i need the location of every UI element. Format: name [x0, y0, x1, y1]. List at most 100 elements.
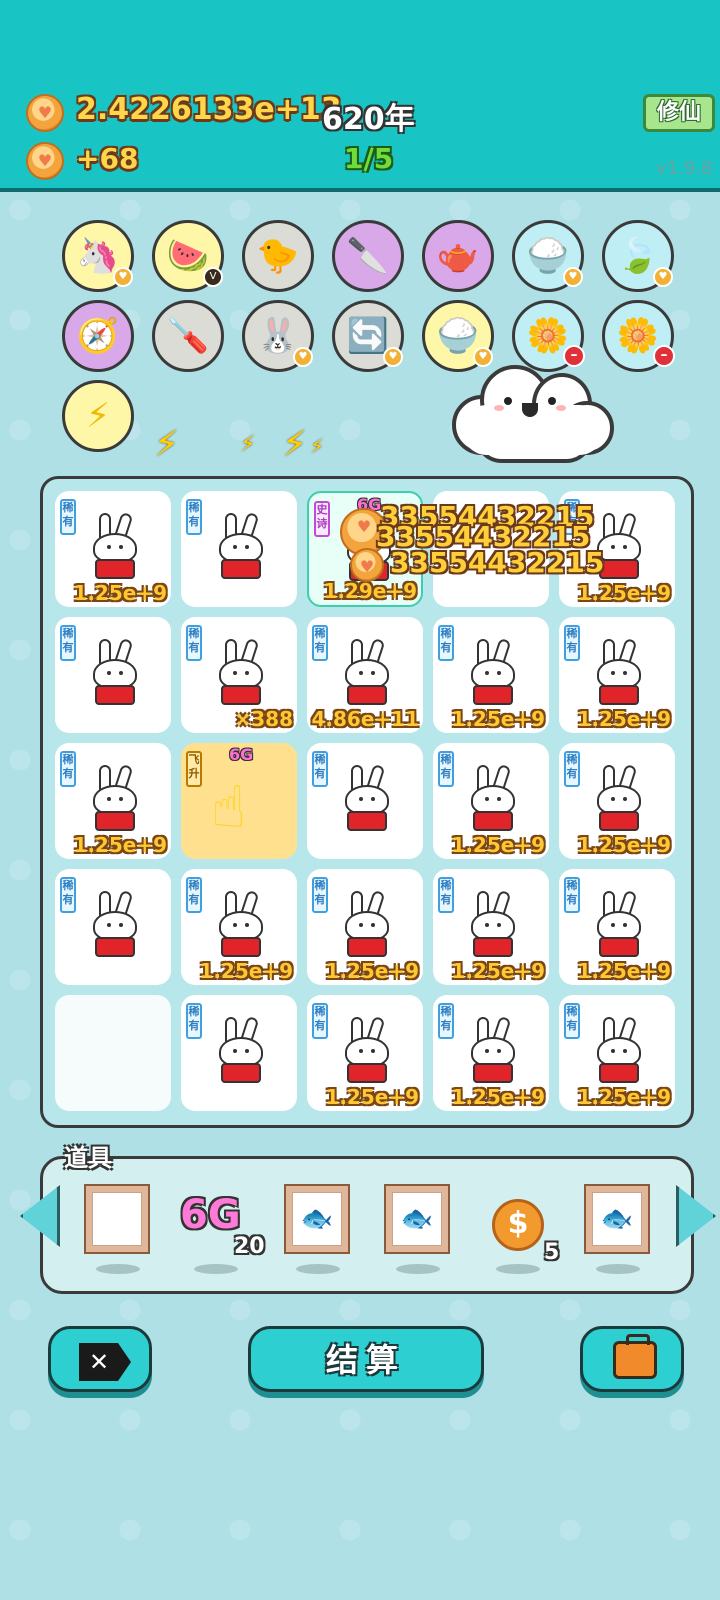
- koi-icon: 🐟: [392, 1192, 442, 1246]
- item-frame-fish[interactable]: 🐟: [284, 1184, 350, 1254]
- cell-value: 1.25e+9: [73, 833, 167, 857]
- rarity-tag: 稀有: [186, 877, 202, 913]
- floating-gold-number: 33554432215: [390, 546, 605, 579]
- cloud-face: [494, 395, 566, 435]
- dollar-coin-icon[interactable]: $: [492, 1199, 544, 1251]
- item-shadow: [496, 1264, 540, 1274]
- rarity-tag: 稀有: [438, 877, 454, 913]
- cell-value: 1.25e+9: [73, 581, 167, 605]
- cloud-mascot[interactable]: [452, 355, 614, 465]
- grid-cell[interactable]: 稀有 1.25e+9: [307, 995, 423, 1111]
- cell-value: 1.29e+9: [323, 579, 417, 603]
- close-button[interactable]: ✕: [48, 1326, 152, 1392]
- grid-cell[interactable]: 稀有 1.25e+9: [559, 617, 675, 733]
- grid-cell[interactable]: 稀有 1.25e+9: [55, 743, 171, 859]
- grid-cell[interactable]: 稀有 1.25e+9: [433, 617, 549, 733]
- bunny-icon: [593, 763, 645, 835]
- rarity-tag: 稀有: [312, 877, 328, 913]
- bunny-icon: [593, 637, 645, 709]
- rice-bowl-icon[interactable]: 🍚 ♥: [512, 220, 584, 292]
- unicorn-icon[interactable]: 🦄 ♥: [62, 220, 134, 292]
- rarity-tag: 稀有: [186, 499, 202, 535]
- grid-cell[interactable]: 稀有 4.86e+11: [307, 617, 423, 733]
- grid-cell[interactable]: 飞升 ☝ 6G: [181, 743, 297, 859]
- leaf-icon[interactable]: 🍃 ♥: [602, 220, 674, 292]
- koi-icon: 🐟: [592, 1192, 642, 1246]
- chick-icon[interactable]: 🐤: [242, 220, 314, 292]
- grid-cell[interactable]: 稀有 1.25e+9: [181, 869, 297, 985]
- bunny-icon: [341, 637, 393, 709]
- grid-cell[interactable]: [55, 995, 171, 1111]
- grid-cell[interactable]: 稀有 ×388: [181, 617, 297, 733]
- briefcase-button[interactable]: [580, 1326, 684, 1392]
- fruit-basket-icon[interactable]: 🍉 V: [152, 220, 224, 292]
- 6g-label: 6G: [180, 1192, 241, 1238]
- bunny-icon: [341, 889, 393, 961]
- cell-value: 1.25e+9: [577, 833, 671, 857]
- grid-cell[interactable]: 稀有 1.25e+9: [433, 743, 549, 859]
- bunny-icon: [593, 1015, 645, 1087]
- grid-cell[interactable]: 稀有: [181, 995, 297, 1111]
- cleaver-icon[interactable]: 🔪: [332, 220, 404, 292]
- settle-button[interactable]: 结算: [248, 1326, 484, 1392]
- lightning-bolt-icon: ⚡: [240, 432, 256, 457]
- pointing-hand-icon: ☝: [211, 773, 247, 841]
- grid-cell[interactable]: 稀有: [181, 491, 297, 607]
- bunny-icon[interactable]: 🐰 ♥: [242, 300, 314, 372]
- rarity-tag: 史诗: [314, 501, 330, 537]
- rarity-tag: 稀有: [60, 499, 76, 535]
- item-frame-empty[interactable]: [84, 1184, 150, 1254]
- bunny-icon: [89, 511, 141, 583]
- item-6g[interactable]: 6G 20: [180, 1192, 265, 1262]
- bunny-icon: [215, 1015, 267, 1087]
- bunny-icon: [467, 637, 519, 709]
- gold-rate-coin-icon: [26, 142, 64, 180]
- gold-coin-icon: [350, 548, 384, 582]
- rarity-tag: 飞升: [186, 751, 202, 787]
- rarity-tag: 稀有: [312, 751, 328, 787]
- bunny-icon: [341, 1015, 393, 1087]
- rarity-tag: 稀有: [60, 877, 76, 913]
- gravy-boat-icon[interactable]: 🫖: [422, 220, 494, 292]
- grid-cell[interactable]: 稀有: [307, 743, 423, 859]
- bunny-icon: [341, 763, 393, 835]
- lightning-bolt-icon: ⚡: [154, 424, 180, 465]
- bunny-icon: [89, 637, 141, 709]
- rarity-tag: 稀有: [564, 625, 580, 661]
- grid-cell[interactable]: 稀有 1.25e+9: [433, 869, 549, 985]
- cell-value: 1.25e+9: [325, 1085, 419, 1109]
- cell-value: 4.86e+11: [311, 707, 420, 731]
- bunny-icon: [467, 763, 519, 835]
- lightning-icon[interactable]: ⚡: [62, 380, 134, 452]
- gold-coin-icon: [26, 94, 64, 132]
- rarity-tag: 稀有: [312, 625, 328, 661]
- rarity-tag: 稀有: [186, 625, 202, 661]
- xiuxian-button[interactable]: 修仙: [643, 94, 715, 132]
- rarity-tag: 稀有: [312, 1003, 328, 1039]
- grid-cell[interactable]: 稀有 1.25e+9: [559, 995, 675, 1111]
- bunny-icon: [215, 889, 267, 961]
- item-shadow: [96, 1264, 140, 1274]
- compass-icon[interactable]: 🧭: [62, 300, 134, 372]
- briefcase-icon: [613, 1334, 657, 1379]
- bunny-icon: [593, 889, 645, 961]
- screwdriver-icon[interactable]: 🪛: [152, 300, 224, 372]
- cell-value: 1.25e+9: [577, 707, 671, 731]
- cell-value: 1.25e+9: [577, 1085, 671, 1109]
- item-shadow: [194, 1264, 238, 1274]
- items-label: 道具: [64, 1144, 112, 1172]
- gold-total: 2.4226133e+13: [76, 92, 342, 127]
- refresh-icon[interactable]: 🔄 ♥: [332, 300, 404, 372]
- cell-value: 1.25e+9: [451, 1085, 545, 1109]
- grid-cell[interactable]: 稀有 1.25e+9: [559, 743, 675, 859]
- grid-cell[interactable]: 稀有 1.25e+9: [55, 491, 171, 607]
- grid-cell[interactable]: 稀有: [55, 617, 171, 733]
- rarity-tag: 稀有: [438, 751, 454, 787]
- item-frame-fish[interactable]: 🐟: [584, 1184, 650, 1254]
- bunny-icon: [467, 889, 519, 961]
- item-frame-fish[interactable]: 🐟: [384, 1184, 450, 1254]
- grid-cell[interactable]: 稀有 1.25e+9: [433, 995, 549, 1111]
- grid-cell[interactable]: 稀有 1.25e+9: [307, 869, 423, 985]
- grid-cell[interactable]: 稀有: [55, 869, 171, 985]
- grid-cell[interactable]: 稀有 1.25e+9: [559, 869, 675, 985]
